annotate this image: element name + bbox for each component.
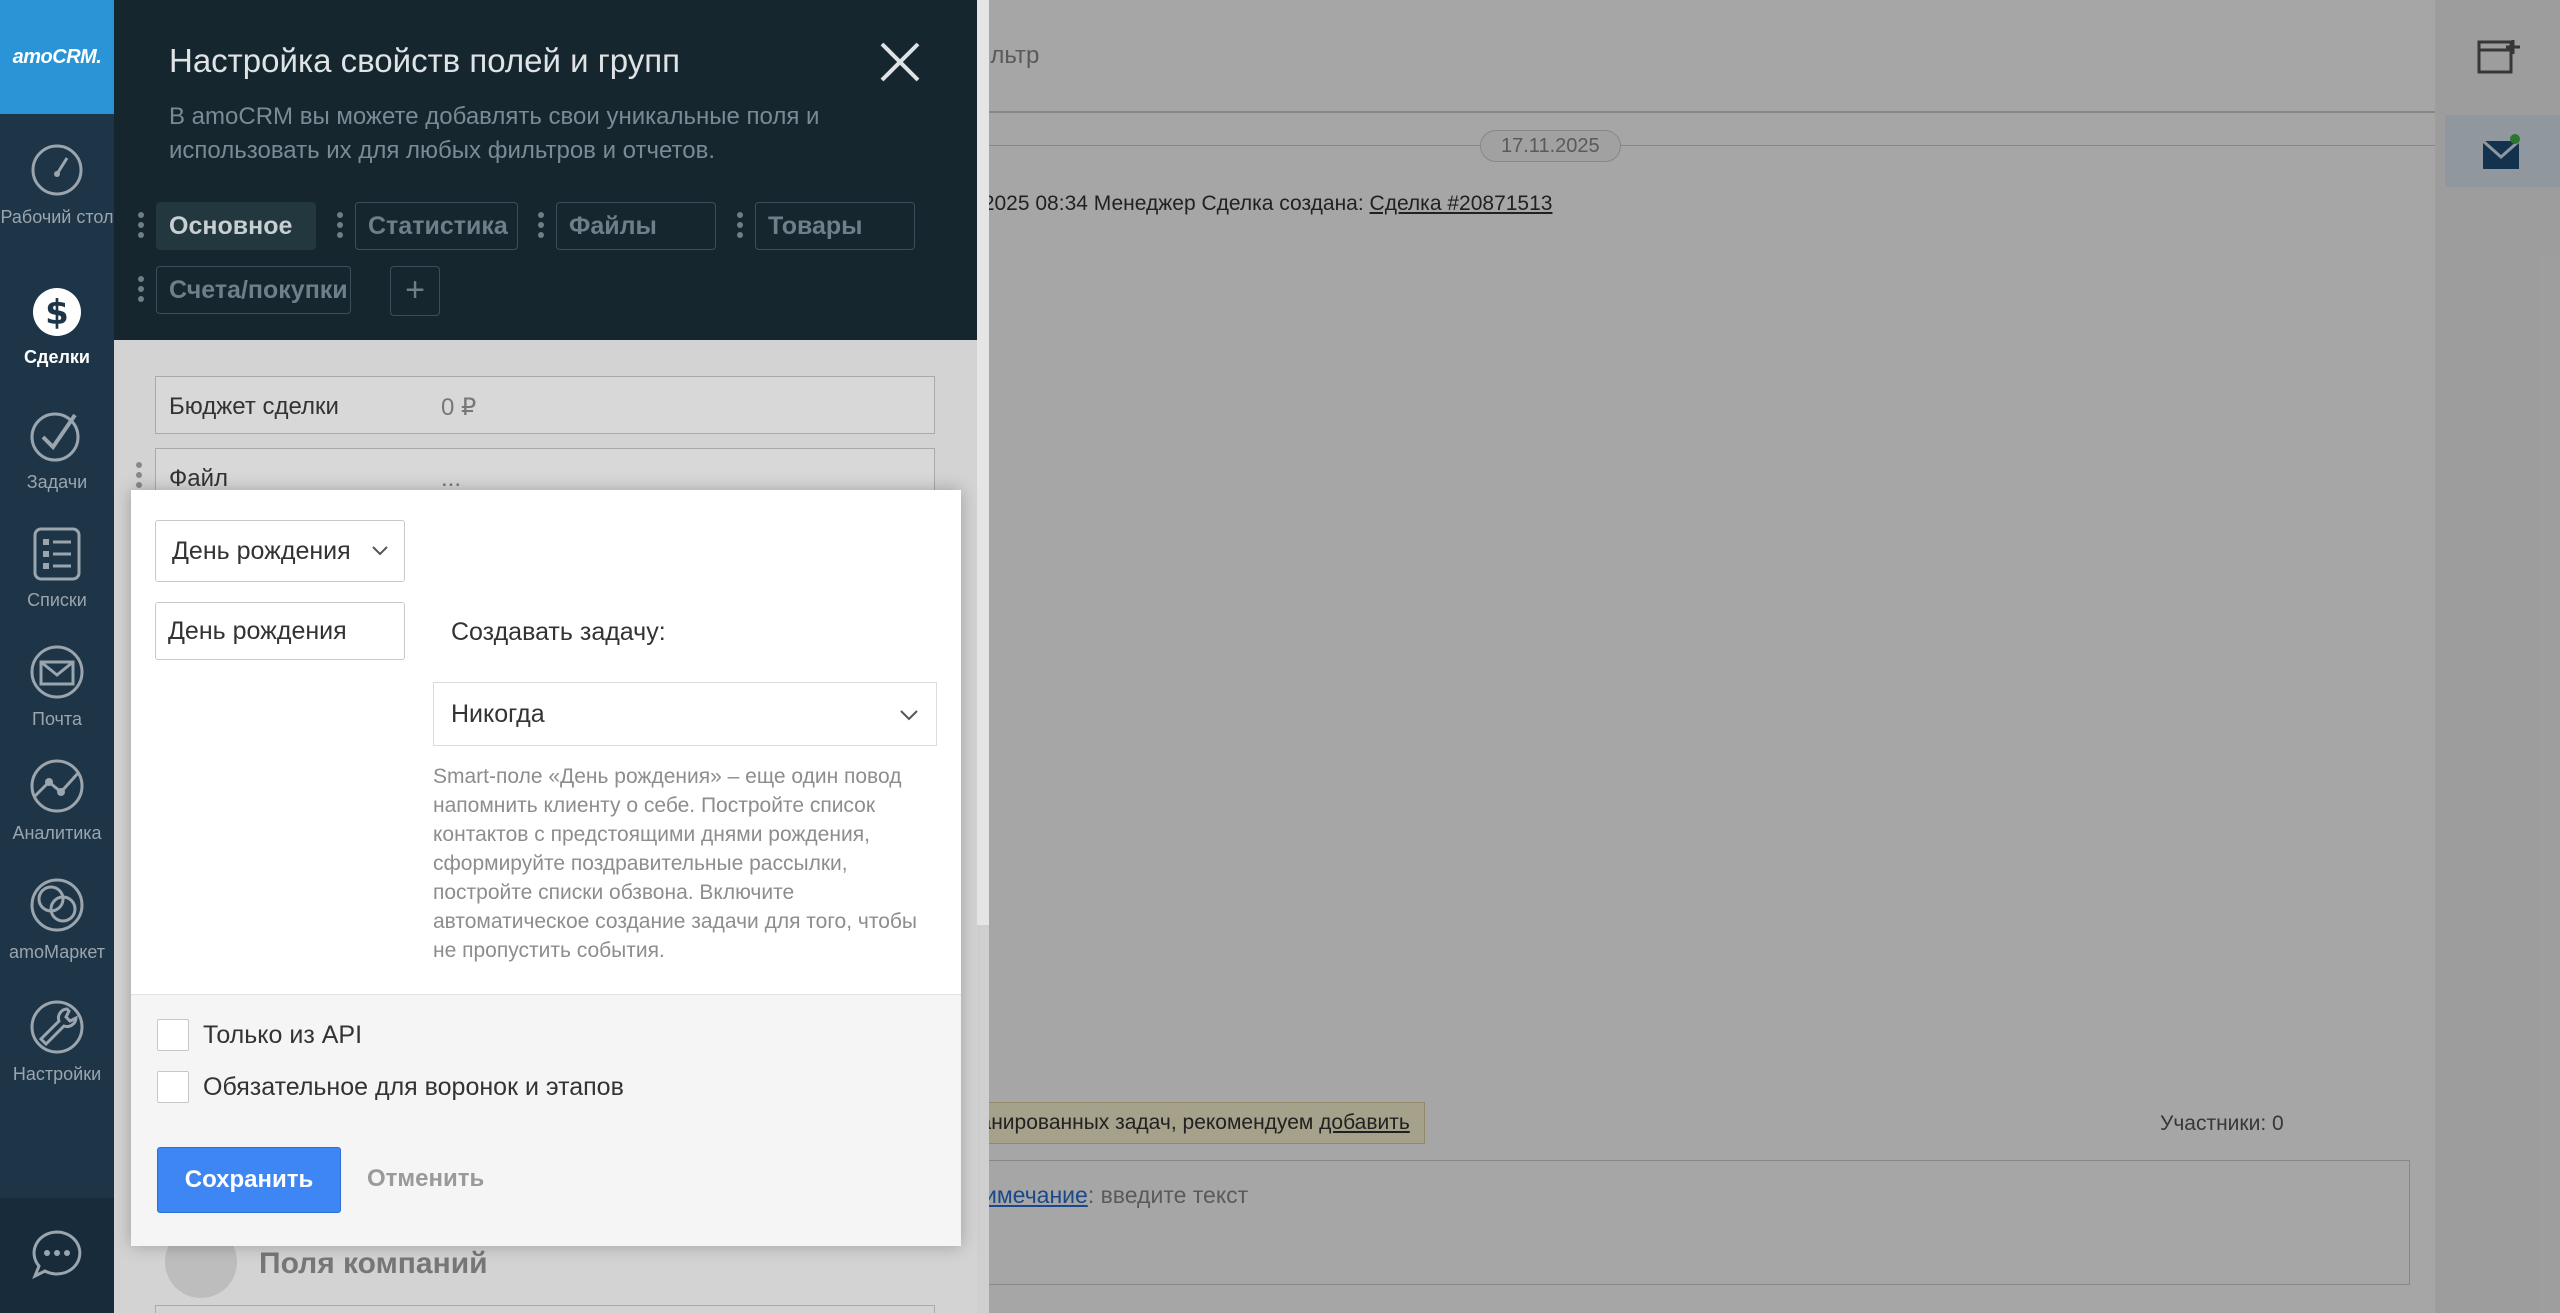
companies-section-title: Поля компаний xyxy=(259,1247,488,1280)
chevron-down-icon xyxy=(372,546,388,556)
api-only-label: Только из API xyxy=(203,1021,363,1049)
drag-handle-icon[interactable] xyxy=(538,212,546,242)
sidebar-item-settings[interactable]: Настройки xyxy=(0,997,114,1085)
required-label: Обязательное для воронок и этапов xyxy=(203,1073,624,1101)
save-button[interactable]: Сохранить xyxy=(157,1147,341,1213)
tab-products[interactable]: Товары xyxy=(755,202,915,250)
scrollbar-thumb[interactable] xyxy=(977,0,989,925)
sidebar-item-label: amoМаркет xyxy=(9,942,105,962)
settings-icon xyxy=(30,1000,84,1054)
mail-icon xyxy=(30,645,84,699)
required-checkbox[interactable] xyxy=(157,1071,189,1103)
svg-text:$: $ xyxy=(45,293,69,333)
sidebar-item-label: Списки xyxy=(27,590,87,610)
field-edit-modal: День рождения День рождения Создавать за… xyxy=(131,490,961,1246)
panel-scrollbar[interactable] xyxy=(977,0,989,1313)
sidebar-item-label: Почта xyxy=(32,709,82,729)
field-label: Бюджет сделки xyxy=(169,393,339,420)
sidebar-item-label: Сделки xyxy=(24,347,90,367)
drag-handle-icon[interactable] xyxy=(138,276,146,306)
create-task-select[interactable]: Никогда xyxy=(433,682,937,746)
sidebar-item-analytics[interactable]: Аналитика xyxy=(0,756,114,844)
sidebar-item-deals[interactable]: $ Сделки xyxy=(0,280,114,368)
drag-handle-icon[interactable] xyxy=(337,212,345,242)
panel-description: В amoCRM вы можете добавлять свои уникал… xyxy=(169,103,820,164)
birthday-field-hint: Smart-поле «День рождения» – еще один по… xyxy=(433,765,918,962)
tab-statistics[interactable]: Статистика xyxy=(355,202,518,250)
sidebar-item-market[interactable]: amoМаркет xyxy=(0,875,114,963)
deals-icon: $ xyxy=(33,288,81,336)
tasks-icon xyxy=(30,412,80,462)
dashboard-icon xyxy=(31,144,83,196)
chat-zone xyxy=(0,1198,114,1313)
market-icon xyxy=(30,878,84,932)
drag-handle-icon[interactable] xyxy=(737,212,745,242)
field-row-budget[interactable]: Бюджет сделки 0 ₽ xyxy=(155,376,935,434)
tab-files[interactable]: Файлы xyxy=(556,202,716,250)
tab-main[interactable]: Основное xyxy=(156,202,316,250)
cancel-button[interactable]: Отменить xyxy=(367,1165,484,1193)
lists-icon xyxy=(33,527,81,581)
modal-footer: Только из API Обязательное для воронок и… xyxy=(131,994,961,1246)
field-type-value: День рождения xyxy=(172,537,351,565)
tab-invoices[interactable]: Счета/покупки xyxy=(156,266,351,314)
panel-header: Настройка свойств полей и групп В amoCRM… xyxy=(114,0,977,340)
close-icon[interactable] xyxy=(876,38,924,86)
field-value: 0 ₽ xyxy=(441,394,477,421)
add-tab-button[interactable]: + xyxy=(390,266,440,316)
sidebar-item-label: Задачи xyxy=(26,472,88,492)
drag-handle-icon[interactable] xyxy=(138,212,146,242)
chevron-down-icon xyxy=(900,710,918,721)
field-name-input[interactable]: День рождения xyxy=(155,602,405,660)
companies-field-row xyxy=(155,1305,935,1313)
sidebar-item-tasks[interactable]: Задачи xyxy=(0,405,114,493)
field-label: Файл xyxy=(169,465,229,492)
analytics-icon xyxy=(30,759,84,813)
app-sidebar: amoCRM. Рабочий стол $ Сделки Задачи Спи… xyxy=(0,0,114,1313)
api-only-checkbox[interactable] xyxy=(157,1019,189,1051)
field-value: ... xyxy=(441,465,462,492)
sidebar-item-lists[interactable]: Списки xyxy=(0,523,114,611)
sidebar-item-mail[interactable]: Почта xyxy=(0,642,114,730)
create-task-label: Создавать задачу: xyxy=(451,618,666,646)
sidebar-item-label: Настройки xyxy=(12,1064,102,1084)
panel-title: Настройка свойств полей и групп xyxy=(169,42,680,79)
drag-handle-icon[interactable] xyxy=(136,462,144,492)
create-task-value: Никогда xyxy=(451,700,545,728)
field-type-select[interactable]: День рождения xyxy=(155,520,405,582)
sidebar-item-label: Рабочий стол xyxy=(0,207,114,227)
sidebar-item-dashboard[interactable]: Рабочий стол xyxy=(0,140,114,228)
sidebar-item-label: Аналитика xyxy=(12,823,102,843)
chat-icon[interactable] xyxy=(30,1228,84,1282)
amocrm-logo[interactable]: amoCRM. xyxy=(0,0,114,114)
